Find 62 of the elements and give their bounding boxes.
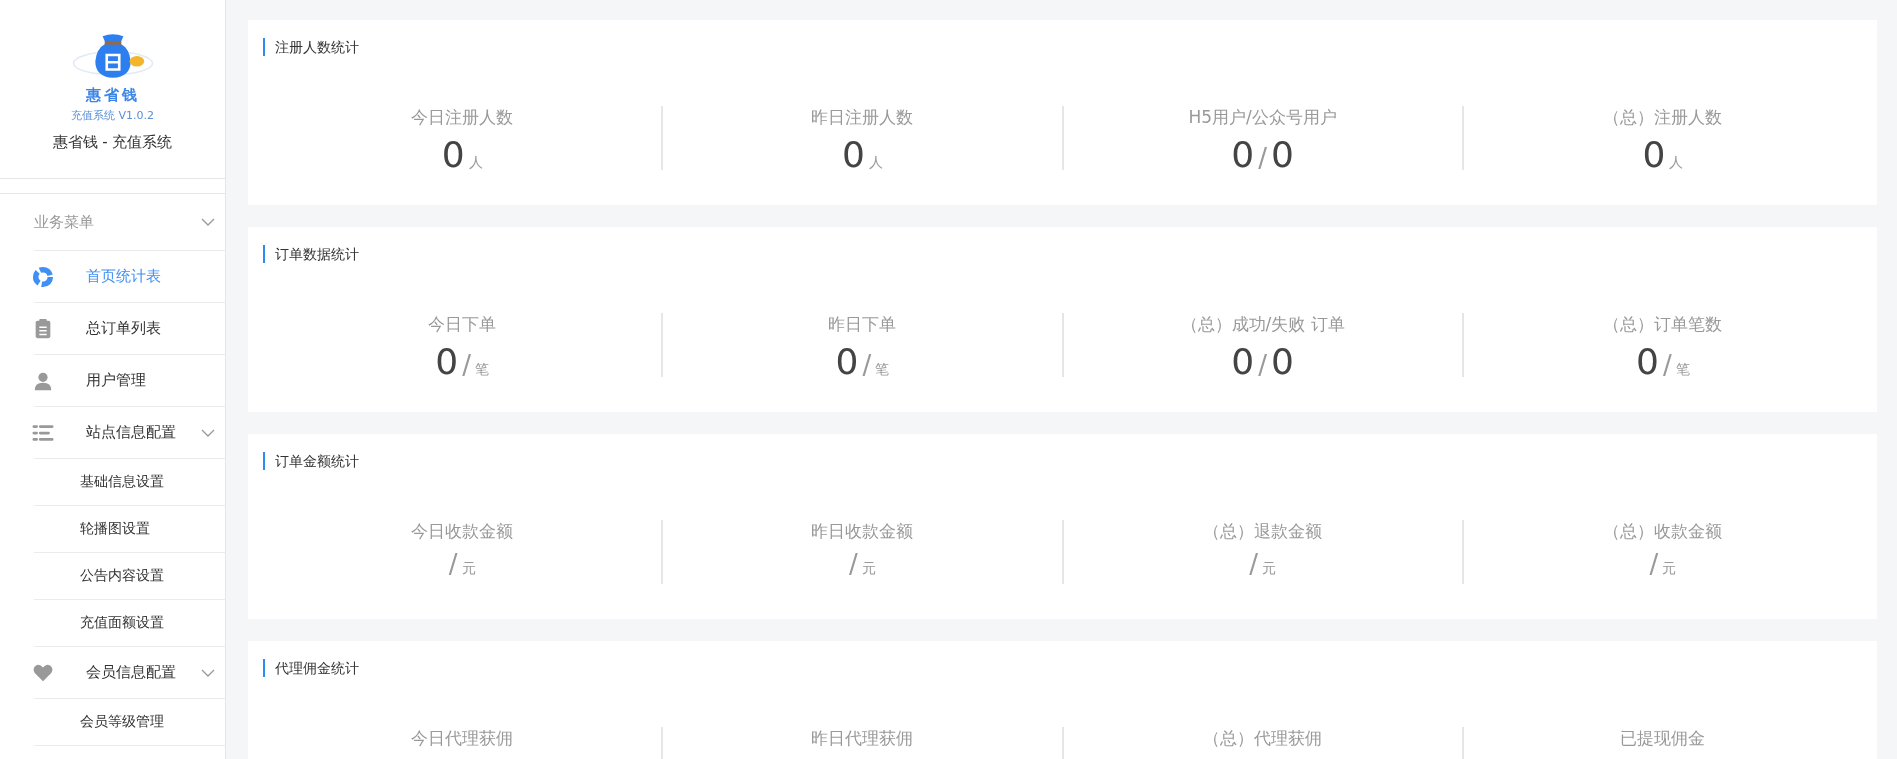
stat-value: 0 bbox=[1271, 135, 1294, 175]
card-title: 订单数据统计 bbox=[263, 245, 1862, 263]
stat-label: （总）收款金额 bbox=[1603, 520, 1723, 543]
stat-label: 已提现佣金 bbox=[1620, 727, 1706, 750]
unit-label: 人 bbox=[468, 154, 483, 172]
unit-label: 笔 bbox=[1675, 361, 1690, 379]
menu-item[interactable]: 会员信息配置 bbox=[34, 647, 225, 699]
stat-label: 今日收款金额 bbox=[411, 520, 514, 543]
ring-icon bbox=[32, 265, 54, 288]
stat-value: 0 bbox=[435, 342, 459, 382]
card-title: 注册人数统计 bbox=[263, 38, 1862, 56]
separator-slash: / bbox=[1649, 549, 1659, 579]
stat-value: 0 bbox=[1642, 135, 1666, 175]
separator-slash: / bbox=[462, 350, 471, 380]
logo-text: 惠省钱 bbox=[85, 86, 140, 105]
menu-item[interactable]: 用户管理 bbox=[34, 355, 225, 407]
stat-label: H5用户/公众号用户 bbox=[1188, 106, 1337, 129]
stat-label: （总）成功/失败 订单 bbox=[1180, 313, 1345, 336]
stat-label: 今日下单 bbox=[428, 313, 497, 336]
stat-label: （总）退款金额 bbox=[1203, 520, 1323, 543]
separator-slash: / bbox=[1249, 549, 1258, 579]
unit-label: 元 bbox=[1262, 560, 1276, 578]
menu-item[interactable]: 公告内容设置 bbox=[34, 553, 225, 600]
menu-item[interactable]: 站点信息配置 bbox=[34, 407, 225, 459]
menu-item[interactable]: 基础信息设置 bbox=[34, 459, 225, 506]
stat-value: 0 bbox=[1636, 342, 1659, 382]
separator-slash: / bbox=[448, 549, 458, 579]
unit-label: 笔 bbox=[474, 361, 489, 379]
app-name: 惠省钱 - 充值系统 bbox=[52, 133, 173, 152]
stat-label: 今日代理获佣 bbox=[411, 727, 514, 750]
separator-slash: / bbox=[1258, 143, 1267, 173]
stat-label: （总）注册人数 bbox=[1603, 106, 1723, 129]
separator-slash: / bbox=[862, 350, 872, 380]
menu-item[interactable]: 会员等级管理 bbox=[34, 699, 225, 746]
unit-label: 笔 bbox=[875, 361, 890, 379]
unit-label: 元 bbox=[1662, 560, 1677, 578]
stat-value: 0 bbox=[441, 135, 465, 175]
stat-label: 昨日注册人数 bbox=[811, 106, 914, 129]
stat-value: 0 bbox=[1231, 342, 1255, 382]
stat-value: 0 bbox=[841, 135, 865, 175]
stat-label: （总）订单笔数 bbox=[1603, 313, 1723, 336]
unit-label: 人 bbox=[868, 154, 883, 172]
stat-label: 昨日收款金额 bbox=[811, 520, 914, 543]
stat-value: 0 bbox=[835, 342, 859, 382]
stat-label: 今日注册人数 bbox=[411, 106, 514, 129]
menu-item[interactable]: 轮播图设置 bbox=[34, 506, 225, 553]
stat-label: 昨日代理获佣 bbox=[811, 727, 914, 750]
unit-label: 元 bbox=[461, 560, 476, 578]
separator-slash: / bbox=[849, 549, 858, 579]
stat-value: 0 bbox=[1271, 342, 1294, 382]
stat-value: 0 bbox=[1231, 135, 1255, 175]
unit-label: 人 bbox=[1669, 154, 1684, 172]
separator-slash: / bbox=[1662, 350, 1672, 380]
stat-label: 昨日下单 bbox=[828, 313, 897, 336]
stat-label: （总）代理获佣 bbox=[1203, 727, 1323, 750]
card-title: 订单金额统计 bbox=[263, 452, 1862, 470]
menu-item[interactable]: 总订单列表 bbox=[34, 303, 225, 355]
logo-caption: 充值系统 V1.0.2 bbox=[71, 108, 154, 123]
separator-slash: / bbox=[1258, 350, 1267, 380]
card-title: 代理佣金统计 bbox=[263, 659, 1862, 677]
unit-label: 元 bbox=[861, 560, 876, 578]
menu-item[interactable]: 充值面额设置 bbox=[34, 600, 225, 647]
